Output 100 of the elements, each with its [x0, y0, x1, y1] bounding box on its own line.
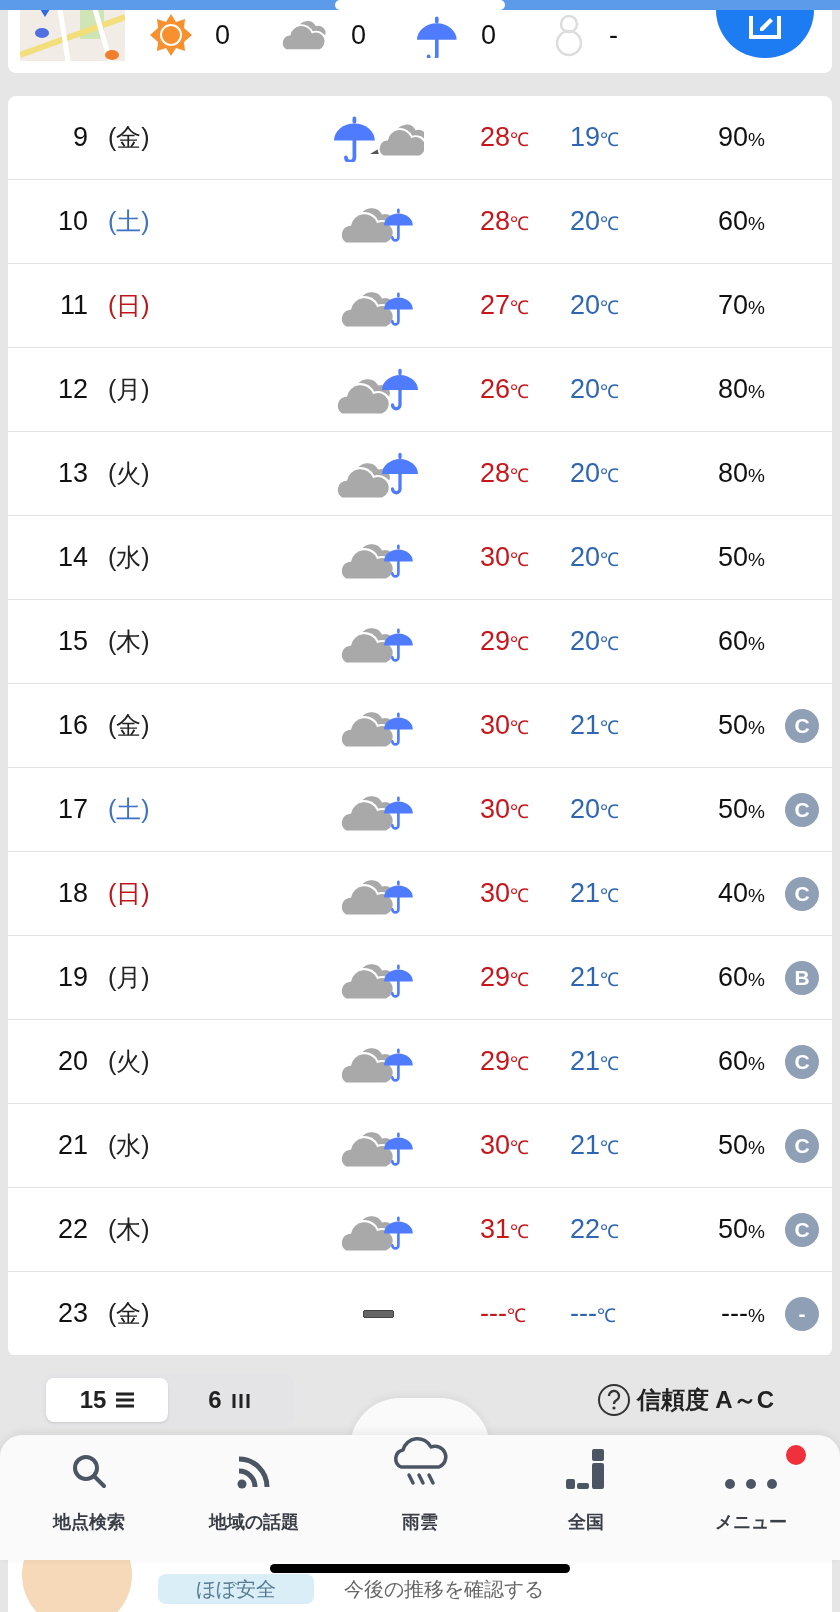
- precipitation-chance: 60%: [717, 625, 765, 659]
- low-temperature: 19℃: [570, 121, 621, 155]
- precipitation-chance: 80%: [717, 373, 765, 407]
- date-text: 15: [56, 625, 88, 659]
- date-text: 11: [58, 289, 88, 323]
- precipitation-chance: 90%: [717, 121, 765, 155]
- high-temperature: 27℃: [480, 289, 531, 323]
- low-temperature: 21℃: [570, 877, 621, 911]
- precipitation-chance: 50%: [717, 1213, 765, 1247]
- reliability-badge: C: [785, 1212, 819, 1247]
- high-temperature: 30℃: [480, 541, 531, 575]
- nav-item[interactable]: 地域の話題: [171, 1435, 338, 1564]
- date-text: 18: [56, 877, 88, 911]
- high-temperature: 31℃: [480, 1213, 531, 1247]
- date-text: 10: [56, 205, 88, 239]
- low-temperature: 20℃: [570, 373, 621, 407]
- nav-item[interactable]: メニュー: [668, 1435, 834, 1564]
- precipitation-chance: 40%: [717, 877, 765, 911]
- help-icon[interactable]: [596, 1383, 631, 1417]
- weekday-text: (金): [108, 121, 151, 153]
- stat-count: 0: [481, 18, 497, 52]
- date-text: 12: [56, 373, 88, 407]
- precipitation-chance: 50%: [717, 709, 765, 743]
- weekday-text: (火): [108, 1045, 151, 1077]
- high-temperature: 29℃: [480, 625, 531, 659]
- weekday-text: (日): [108, 877, 151, 909]
- date-text: 13: [56, 457, 88, 491]
- date-text: 23: [56, 1297, 88, 1331]
- stat-count: -: [609, 18, 618, 52]
- precipitation-chance: 60%: [717, 205, 765, 239]
- weekday-text: (木): [108, 1213, 151, 1245]
- high-temperature: 30℃: [480, 793, 531, 827]
- precipitation-chance: 50%: [717, 541, 765, 575]
- weekday-text: (月): [108, 373, 151, 405]
- weekday-text: (土): [108, 793, 151, 825]
- low-temperature: 20℃: [570, 625, 621, 659]
- weekday-text: (火): [108, 457, 151, 489]
- high-temperature: 29℃: [480, 1045, 531, 1079]
- bars-icon: [231, 1392, 250, 1408]
- list-icon: [116, 1392, 135, 1408]
- high-temperature: 26℃: [480, 373, 531, 407]
- high-temperature: ---℃: [480, 1297, 527, 1331]
- nav-item[interactable]: 雨雲: [337, 1435, 503, 1564]
- date-text: 20: [56, 1045, 88, 1079]
- view-toggle-tab[interactable]: 15: [46, 1378, 168, 1422]
- reliability-badge: C: [785, 1128, 819, 1163]
- reliability-badge: C: [785, 708, 819, 743]
- high-temperature: 29℃: [480, 961, 531, 995]
- reliability-badge: C: [785, 1044, 819, 1079]
- low-temperature: 21℃: [570, 1129, 621, 1163]
- high-temperature: 30℃: [480, 709, 531, 743]
- drag-handle[interactable]: [335, 0, 505, 10]
- nav-item[interactable]: 全国: [502, 1435, 669, 1564]
- weekday-text: (水): [108, 1129, 151, 1161]
- precipitation-chance: 50%: [717, 1129, 765, 1163]
- low-temperature: 20℃: [570, 457, 621, 491]
- precipitation-chance: 60%: [717, 1045, 765, 1079]
- low-temperature: 20℃: [570, 793, 621, 827]
- low-temperature: 22℃: [570, 1213, 621, 1247]
- precipitation-chance: 70%: [717, 289, 765, 323]
- date-text: 17: [56, 793, 88, 827]
- reliability-help-text[interactable]: 信頼度 A～C: [636, 1382, 774, 1418]
- reliability-badge: C: [785, 792, 819, 827]
- more-icon: [723, 1477, 780, 1491]
- high-temperature: 28℃: [480, 121, 531, 155]
- umbrella-arrow-cloud-icon: [332, 113, 424, 162]
- low-temperature: 21℃: [570, 1045, 621, 1079]
- reliability-badge: -: [785, 1296, 819, 1331]
- heat-risk-level: ほぼ安全: [158, 1574, 314, 1604]
- weekday-text: (月): [108, 961, 151, 993]
- reliability-badge: C: [785, 876, 819, 911]
- high-temperature: 28℃: [480, 457, 531, 491]
- weekday-text: (木): [108, 625, 151, 657]
- weekday-text: (水): [108, 541, 151, 573]
- low-temperature: 21℃: [570, 961, 621, 995]
- weekday-text: (土): [108, 205, 151, 237]
- low-temperature: ---℃: [570, 1297, 617, 1331]
- stat-count: 0: [351, 18, 367, 52]
- weekday-text: (日): [108, 289, 151, 321]
- view-toggle-tab[interactable]: 6: [168, 1378, 290, 1422]
- high-temperature: 30℃: [480, 877, 531, 911]
- precipitation-chance: 50%: [717, 793, 765, 827]
- date-text: 21: [56, 1129, 88, 1163]
- precipitation-chance: 80%: [717, 457, 765, 491]
- precipitation-chance: ---%: [720, 1297, 765, 1331]
- nav-item[interactable]: 地点検索: [6, 1435, 172, 1564]
- low-temperature: 20℃: [570, 541, 621, 575]
- stat-count: 0: [215, 18, 231, 52]
- dash-icon: [362, 1309, 394, 1318]
- precipitation-chance: 60%: [717, 961, 765, 995]
- weekday-text: (金): [108, 709, 151, 741]
- date-text: 16: [56, 709, 88, 743]
- high-temperature: 28℃: [480, 205, 531, 239]
- trend-link[interactable]: 今後の推移を確認する: [344, 1574, 544, 1604]
- sun-icon: [149, 13, 193, 57]
- weekday-text: (金): [108, 1297, 151, 1329]
- date-text: 9: [71, 121, 88, 155]
- date-text: 19: [56, 961, 88, 995]
- date-text: 14: [56, 541, 88, 575]
- date-text: 22: [56, 1213, 88, 1247]
